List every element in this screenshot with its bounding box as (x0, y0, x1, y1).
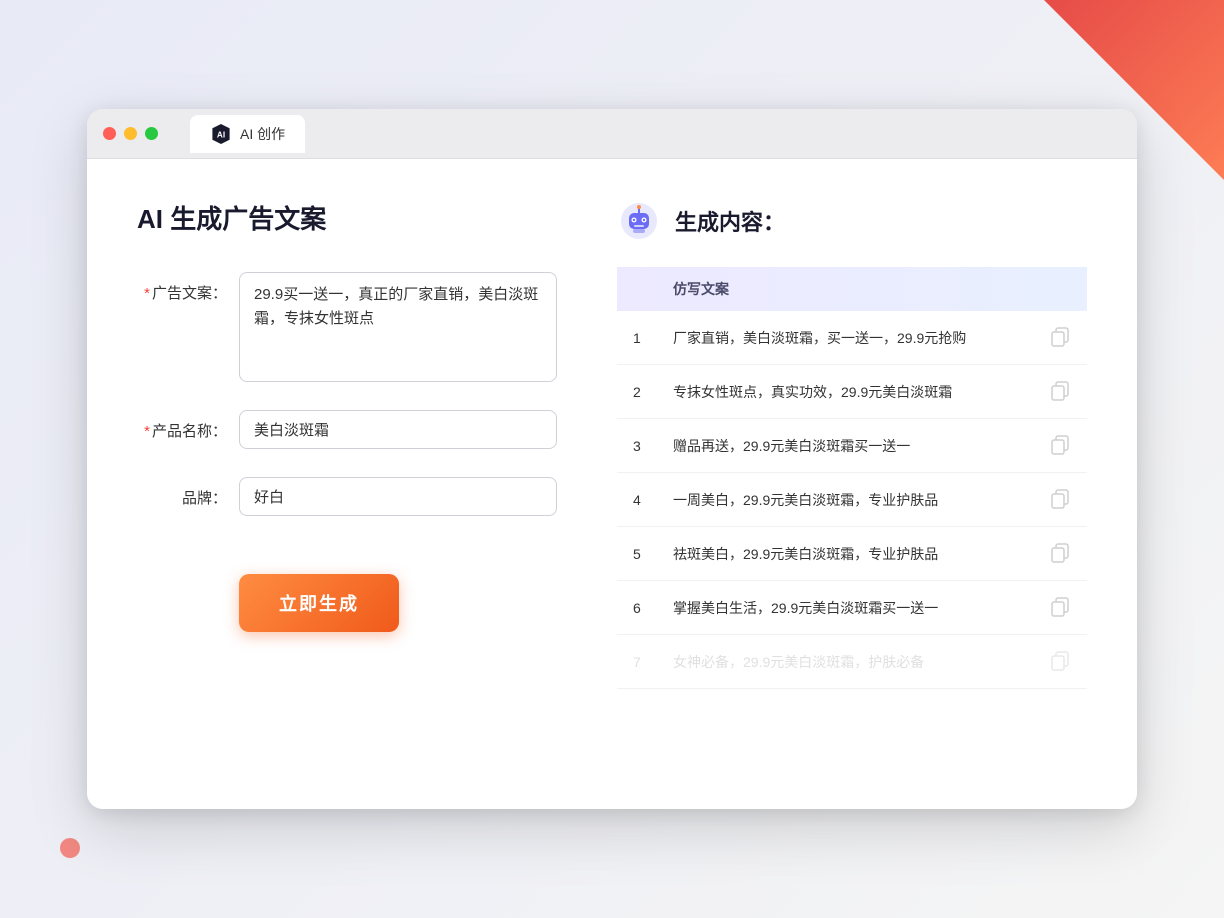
close-button[interactable] (103, 127, 116, 140)
robot-icon (617, 199, 661, 243)
row-text: 赠品再送，29.9元美白淡斑霜买一送一 (657, 419, 1033, 473)
copy-icon[interactable] (1049, 379, 1071, 401)
copy-cell (1033, 473, 1087, 527)
copy-icon[interactable] (1049, 595, 1071, 617)
product-name-required: * (144, 423, 150, 440)
tab-label: AI 创作 (240, 124, 285, 144)
row-number: 6 (617, 581, 657, 635)
title-bar: AI AI 创作 (87, 109, 1137, 159)
table-row: 6掌握美白生活，29.9元美白淡斑霜买一送一 (617, 581, 1087, 635)
copy-cell (1033, 581, 1087, 635)
row-number: 1 (617, 311, 657, 365)
minimize-button[interactable] (124, 127, 137, 140)
ai-tab[interactable]: AI AI 创作 (190, 115, 305, 153)
row-text: 女神必备，29.9元美白淡斑霜，护肤必备 (657, 635, 1033, 689)
table-row: 1厂家直销，美白淡斑霜，买一送一，29.9元抢购 (617, 311, 1087, 365)
table-row: 2专抹女性斑点，真实功效，29.9元美白淡斑霜 (617, 365, 1087, 419)
product-name-input[interactable] (239, 410, 557, 449)
row-text: 祛斑美白，29.9元美白淡斑霜，专业护肤品 (657, 527, 1033, 581)
product-name-label: *产品名称： (137, 410, 227, 441)
generate-button[interactable]: 立即生成 (239, 574, 399, 632)
row-text: 厂家直销，美白淡斑霜，买一送一，29.9元抢购 (657, 311, 1033, 365)
row-number: 4 (617, 473, 657, 527)
ai-tab-icon: AI (210, 123, 232, 145)
copy-cell (1033, 527, 1087, 581)
right-title: 生成内容： (675, 205, 785, 237)
row-text: 一周美白，29.9元美白淡斑霜，专业护肤品 (657, 473, 1033, 527)
copy-icon[interactable] (1049, 487, 1071, 509)
copy-cell (1033, 635, 1087, 689)
copy-cell (1033, 365, 1087, 419)
table-row: 4一周美白，29.9元美白淡斑霜，专业护肤品 (617, 473, 1087, 527)
table-row: 3赠品再送，29.9元美白淡斑霜买一送一 (617, 419, 1087, 473)
num-header (617, 267, 657, 311)
right-header: 生成内容： (617, 199, 1087, 243)
row-number: 3 (617, 419, 657, 473)
row-text: 专抹女性斑点，真实功效，29.9元美白淡斑霜 (657, 365, 1033, 419)
copy-icon[interactable] (1049, 649, 1071, 671)
ad-copy-label: *广告文案： (137, 272, 227, 303)
row-number: 2 (617, 365, 657, 419)
left-panel: AI 生成广告文案 *广告文案： *产品名称： 品牌： 立 (137, 199, 557, 769)
panel-title: AI 生成广告文案 (137, 199, 557, 236)
copy-icon[interactable] (1049, 433, 1071, 455)
ad-copy-group: *广告文案： (137, 272, 557, 382)
copy-cell (1033, 311, 1087, 365)
copy-header: 仿写文案 (657, 267, 1033, 311)
table-header-row: 仿写文案 (617, 267, 1087, 311)
row-number: 5 (617, 527, 657, 581)
maximize-button[interactable] (145, 127, 158, 140)
brand-label: 品牌： (137, 477, 227, 508)
copy-icon[interactable] (1049, 541, 1071, 563)
table-row: 5祛斑美白，29.9元美白淡斑霜，专业护肤品 (617, 527, 1087, 581)
product-name-group: *产品名称： (137, 410, 557, 449)
right-panel: 生成内容： 仿写文案 1厂家直销，美白淡斑霜，买一送一，29.9元抢购 2专抹女… (617, 199, 1087, 769)
copy-cell (1033, 419, 1087, 473)
traffic-lights (103, 127, 158, 140)
ad-copy-required: * (144, 285, 150, 302)
ad-copy-input[interactable] (239, 272, 557, 382)
copy-icon[interactable] (1049, 325, 1071, 347)
corner-dot (60, 838, 80, 858)
row-number: 7 (617, 635, 657, 689)
results-table: 仿写文案 1厂家直销，美白淡斑霜，买一送一，29.9元抢购 2专抹女性斑点，真实… (617, 267, 1087, 689)
svg-text:AI: AI (217, 130, 225, 139)
main-content: AI 生成广告文案 *广告文案： *产品名称： 品牌： 立 (87, 159, 1137, 809)
table-row: 7女神必备，29.9元美白淡斑霜，护肤必备 (617, 635, 1087, 689)
browser-window: AI AI 创作 AI 生成广告文案 *广告文案： *产品名称： (87, 109, 1137, 809)
action-header (1033, 267, 1087, 311)
brand-input[interactable] (239, 477, 557, 516)
brand-group: 品牌： (137, 477, 557, 516)
row-text: 掌握美白生活，29.9元美白淡斑霜买一送一 (657, 581, 1033, 635)
